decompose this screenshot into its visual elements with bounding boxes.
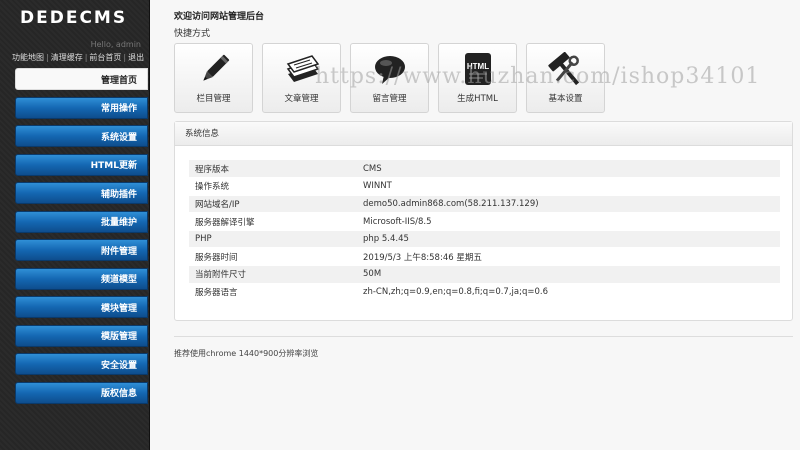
shortcut-label: 基本设置: [548, 94, 583, 104]
shortcut-column-management[interactable]: 栏目管理: [174, 43, 253, 113]
shortcut-section-title: 快捷方式: [174, 29, 211, 39]
system-info-table: 程序版本 CMS 操作系统 WINNT 网站域名/IP demo50.admin868…: [189, 160, 780, 302]
link-clear-cache[interactable]: 清理缓存: [51, 53, 83, 62]
info-key: 当前附件尺寸: [189, 265, 363, 284]
main-content: 欢迎访问网站管理后台 快捷方式 栏目管理 文章管理 留言管理 HTML 生成HT…: [150, 0, 800, 450]
link-function-map[interactable]: 功能地图: [12, 53, 44, 62]
shortcut-label: 留言管理: [372, 94, 407, 104]
table-row: 操作系统 WINNT: [189, 177, 780, 196]
info-key: 程序版本: [189, 160, 363, 179]
link-separator: |: [46, 53, 49, 62]
shortcut-label: 生成HTML: [457, 94, 498, 104]
page-title: 欢迎访问网站管理后台: [174, 12, 265, 22]
table-row: 当前附件尺寸 50M: [189, 265, 780, 284]
table-row: 服务器时间 2019/5/3 上午8:58:46 星期五: [189, 247, 780, 267]
table-row: 网站域名/IP demo50.admin868.com(58.211.137.12…: [189, 195, 780, 214]
link-frontend-home[interactable]: 前台首页: [89, 53, 121, 62]
table-row: 服务器语言 zh-CN,zh;q=0.9,en;q=0.8,fi;q=0.7,ja…: [189, 283, 780, 302]
table-row: PHP php 5.4.45: [189, 230, 780, 249]
info-value: 2019/5/3 上午8:58:46 星期五: [363, 247, 780, 267]
info-value: 50M: [363, 265, 780, 284]
sidebar-item-security[interactable]: 安全设置: [15, 353, 148, 375]
sidebar-item-system-settings[interactable]: 系统设置: [15, 125, 148, 147]
info-key: 网站域名/IP: [189, 195, 363, 214]
info-key: 服务器解译引擎: [189, 212, 363, 231]
info-value: WINNT: [363, 177, 780, 196]
logo: DEDECMS: [20, 8, 128, 28]
info-value: CMS: [363, 160, 780, 179]
watermark-text: https://www.huzhan.com/ishop34101: [315, 64, 761, 89]
footer-divider: [174, 336, 793, 337]
shortcut-label: 栏目管理: [196, 94, 231, 104]
info-key: 服务器语言: [189, 283, 363, 302]
sidebar-item-html-update[interactable]: HTML更新: [15, 153, 148, 176]
shortcut-label: 文章管理: [284, 94, 319, 104]
table-row: 程序版本 CMS: [189, 160, 780, 179]
link-separator: |: [84, 53, 88, 62]
sidebar-item-copyright[interactable]: 版权信息: [15, 381, 148, 404]
sidebar-item-admin-home[interactable]: 管理首页: [15, 68, 148, 90]
sidebar-item-templates[interactable]: 模版管理: [15, 324, 148, 347]
link-logout[interactable]: 退出: [128, 53, 144, 62]
user-greeting: Hello, admin: [90, 40, 141, 49]
system-info-panel: 系统信息 程序版本 CMS 操作系统 WINNT 网站域名/IP demo50.adm…: [174, 121, 793, 321]
info-key: PHP: [189, 230, 363, 249]
pencil-icon: [202, 54, 229, 81]
sidebar-item-common-ops[interactable]: 常用操作: [15, 96, 148, 119]
sidebar-nav: 管理首页 常用操作 系统设置 HTML更新 辅助插件 批量维护 附件管理 频道模…: [15, 68, 148, 410]
sidebar-item-plugins[interactable]: 辅助插件: [15, 182, 148, 204]
info-key: 操作系统: [189, 177, 363, 196]
sidebar-item-modules[interactable]: 模块管理: [15, 296, 148, 318]
footer-note: 推荐使用chrome 1440*900分辨率浏览: [174, 349, 319, 358]
sidebar: DEDECMS Hello, admin 功能地图 | 清理缓存 | 前台首页 | 退出 管…: [0, 0, 150, 450]
sidebar-item-attachments[interactable]: 附件管理: [15, 239, 148, 261]
sidebar-item-batch-maintenance[interactable]: 批量维护: [15, 210, 148, 233]
link-separator: |: [123, 53, 127, 62]
sidebar-item-channel-models[interactable]: 频道模型: [15, 267, 148, 290]
info-value: zh-CN,zh;q=0.9,en;q=0.8,fi;q=0.7,ja;q=0.…: [363, 283, 780, 302]
top-links: 功能地图 | 清理缓存 | 前台首页 | 退出: [12, 52, 144, 63]
info-value: Microsoft-IIS/8.5: [363, 212, 780, 231]
panel-title: 系统信息: [175, 122, 792, 146]
info-value: php 5.4.45: [363, 230, 780, 249]
info-value: demo50.admin868.com(58.211.137.129): [363, 195, 780, 214]
info-key: 服务器时间: [189, 247, 363, 267]
table-row: 服务器解译引擎 Microsoft-IIS/8.5: [189, 212, 780, 231]
